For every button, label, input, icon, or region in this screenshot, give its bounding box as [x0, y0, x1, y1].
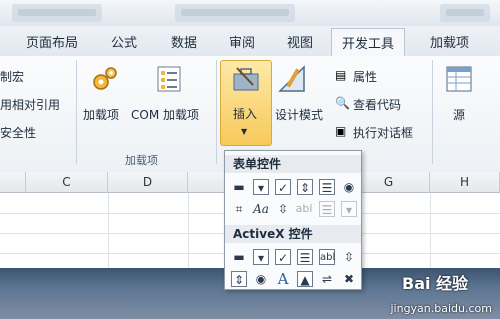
- combo-list-edit-control-icon[interactable]: ☰: [319, 201, 335, 217]
- activex-option-button-icon[interactable]: ◉: [253, 271, 269, 287]
- record-macro-button[interactable]: 制宏: [0, 68, 24, 85]
- source-button[interactable]: 源: [453, 106, 465, 123]
- button-control-icon[interactable]: ▬: [231, 179, 247, 195]
- addins-button[interactable]: 加载项: [83, 106, 119, 123]
- design-mode-icon: [278, 65, 305, 92]
- spin-button-control-icon[interactable]: ⇕: [297, 179, 313, 195]
- macro-security-button[interactable]: 安全性: [0, 124, 36, 141]
- text-field-control-icon[interactable]: abl: [293, 201, 315, 217]
- blurred-window-tab[interactable]: [440, 4, 490, 22]
- tab-data[interactable]: 数据: [171, 32, 197, 51]
- tab-formulas[interactable]: 公式: [111, 32, 137, 51]
- run-dialog-icon: ▣: [335, 124, 347, 138]
- group-separator: [432, 60, 433, 164]
- combo-dropdown-edit-control-icon[interactable]: ▾: [341, 201, 357, 217]
- label-control-icon[interactable]: Aa: [253, 201, 269, 217]
- addins-group-label: 加载项: [125, 154, 158, 167]
- activex-toggle-button-icon[interactable]: ⇌: [319, 271, 335, 287]
- com-addins-button[interactable]: COM 加载项: [131, 106, 199, 123]
- xml-side-icons: [482, 64, 500, 154]
- combo-box-control-icon[interactable]: ▾: [253, 179, 269, 195]
- form-controls-title: 表单控件: [225, 155, 361, 173]
- properties-button[interactable]: 属性: [353, 68, 377, 85]
- use-relative-reference-button[interactable]: 用相对引用: [0, 96, 60, 113]
- activex-text-box-icon[interactable]: abl: [319, 249, 335, 265]
- run-dialog-button[interactable]: 执行对话框: [353, 124, 413, 141]
- list-box-control-icon[interactable]: ☰: [319, 179, 335, 195]
- blurred-window-tab[interactable]: [175, 4, 295, 22]
- row-header-corner[interactable]: [0, 172, 26, 193]
- activex-controls-title: ActiveX 控件: [225, 225, 361, 243]
- command-button-control-icon[interactable]: ▬: [231, 249, 247, 265]
- title-bar: [0, 0, 500, 26]
- activex-combo-box-icon[interactable]: ▾: [253, 249, 269, 265]
- blurred-window-tab[interactable]: [12, 4, 102, 22]
- column-header-d[interactable]: D: [108, 172, 188, 193]
- insert-controls-button[interactable]: 插入 ▼: [220, 60, 272, 146]
- check-box-control-icon[interactable]: ✓: [275, 179, 291, 195]
- scroll-bar-control-icon[interactable]: ⇳: [275, 201, 291, 217]
- column-header-c[interactable]: C: [26, 172, 108, 193]
- watermark-url: jingyan.baidu.com: [390, 302, 492, 315]
- tab-view[interactable]: 视图: [287, 32, 313, 51]
- view-code-button[interactable]: 查看代码: [353, 96, 401, 113]
- tab-addins[interactable]: 加载项: [430, 32, 469, 51]
- ribbon-tab-row: 页面布局 公式 数据 审阅 视图 开发工具 加载项: [0, 26, 500, 57]
- tab-developer[interactable]: 开发工具: [331, 28, 406, 57]
- toolbox-icon: [233, 67, 259, 91]
- activex-scroll-bar-icon[interactable]: ⇳: [341, 249, 357, 265]
- source-icon: [446, 66, 472, 92]
- activex-label-icon[interactable]: A: [275, 271, 291, 287]
- group-box-control-icon[interactable]: ⌗: [231, 201, 247, 217]
- tab-page-layout[interactable]: 页面布局: [26, 32, 78, 51]
- activex-list-box-icon[interactable]: ☰: [297, 249, 313, 265]
- design-mode-button[interactable]: 设计模式: [275, 106, 323, 123]
- insert-label: 插入: [233, 107, 258, 121]
- tab-review[interactable]: 审阅: [229, 32, 255, 51]
- chevron-down-icon: ▼: [241, 127, 248, 136]
- column-header-h[interactable]: H: [430, 172, 500, 193]
- group-separator: [216, 60, 217, 164]
- view-code-icon: 🔍: [335, 96, 350, 110]
- group-separator: [76, 60, 77, 164]
- gears-icon: [93, 67, 117, 90]
- insert-controls-dropdown: 表单控件 ▬ ▾ ✓ ⇕ ☰ ◉ ⌗ Aa ⇳ abl ☰ ▾ ActiveX …: [224, 150, 362, 290]
- com-addins-icon: [157, 66, 181, 92]
- activex-spin-button-icon[interactable]: ⇕: [231, 271, 247, 287]
- baidu-jingyan-logo: Bai 经验: [402, 274, 469, 293]
- option-button-control-icon[interactable]: ◉: [341, 179, 357, 195]
- properties-icon: ▤: [335, 68, 347, 82]
- activex-check-box-icon[interactable]: ✓: [275, 249, 291, 265]
- activex-image-icon[interactable]: ▲: [297, 271, 313, 287]
- more-controls-icon[interactable]: ✖: [341, 271, 357, 287]
